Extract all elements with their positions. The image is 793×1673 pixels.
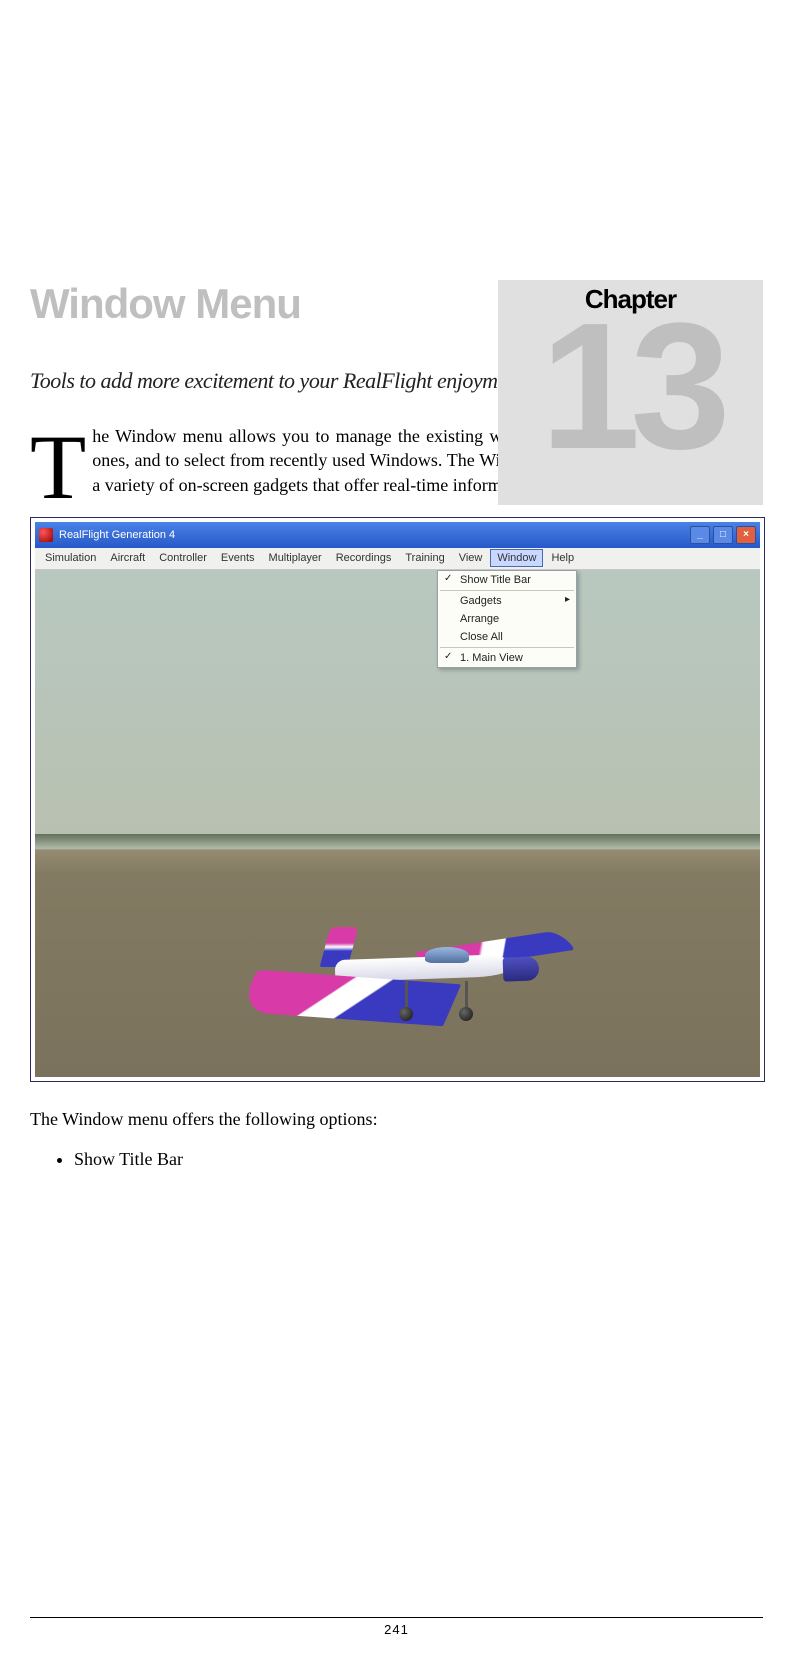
dropcap: T: [30, 424, 92, 505]
titlebar: RealFlight Generation 4 _ □ ×: [35, 522, 760, 548]
menu-help[interactable]: Help: [545, 550, 580, 566]
window-controls: _ □ ×: [690, 526, 756, 544]
aircraft-graphic: [215, 907, 555, 1017]
menu-window[interactable]: Window: [490, 549, 543, 567]
menubar: Simulation Aircraft Controller Events Mu…: [35, 548, 760, 570]
menu-recordings[interactable]: Recordings: [330, 550, 398, 566]
chapter-tab: Chapter 13: [498, 280, 763, 505]
aircraft-wheel: [399, 1007, 413, 1021]
menu-aircraft[interactable]: Aircraft: [104, 550, 151, 566]
chapter-number: 13: [498, 307, 763, 467]
app-window: RealFlight Generation 4 _ □ × Simulation…: [35, 522, 760, 1077]
menu-simulation[interactable]: Simulation: [39, 550, 102, 566]
aircraft-wheel: [459, 1007, 473, 1021]
menu-controller[interactable]: Controller: [153, 550, 213, 566]
menu-multiplayer[interactable]: Multiplayer: [263, 550, 328, 566]
maximize-button[interactable]: □: [713, 526, 733, 544]
document-page: { "chapter": { "label": "Chapter", "numb…: [0, 280, 793, 1673]
menu-view[interactable]: View: [453, 550, 489, 566]
window-title: RealFlight Generation 4: [59, 529, 175, 541]
menuitem-close-all[interactable]: Close All: [438, 628, 576, 646]
option-item: Show Title Bar: [74, 1146, 763, 1173]
screenshot: RealFlight Generation 4 _ □ × Simulation…: [30, 517, 765, 1082]
options-lead-text: The Window menu offers the following opt…: [30, 1107, 763, 1132]
menuitem-arrange[interactable]: Arrange: [438, 610, 576, 628]
menu-training[interactable]: Training: [399, 550, 450, 566]
page-footer: 241: [30, 1617, 763, 1637]
menuitem-main-view[interactable]: 1. Main View: [438, 649, 576, 667]
close-button[interactable]: ×: [736, 526, 756, 544]
menu-separator: [440, 590, 574, 591]
treeline: [35, 834, 760, 850]
aircraft-canopy: [425, 947, 469, 963]
menu-events[interactable]: Events: [215, 550, 261, 566]
menuitem-gadgets[interactable]: Gadgets: [438, 592, 576, 610]
options-list: Show Title Bar: [30, 1146, 763, 1173]
menuitem-show-title-bar[interactable]: Show Title Bar: [438, 571, 576, 589]
page-number: 241: [367, 1622, 427, 1637]
aircraft-cowl: [503, 956, 540, 981]
menu-separator: [440, 647, 574, 648]
app-icon: [39, 528, 53, 542]
window-menu-dropdown: Show Title Bar Gadgets Arrange Close All…: [437, 570, 577, 668]
minimize-button[interactable]: _: [690, 526, 710, 544]
viewport: Show Title Bar Gadgets Arrange Close All…: [35, 570, 760, 1077]
